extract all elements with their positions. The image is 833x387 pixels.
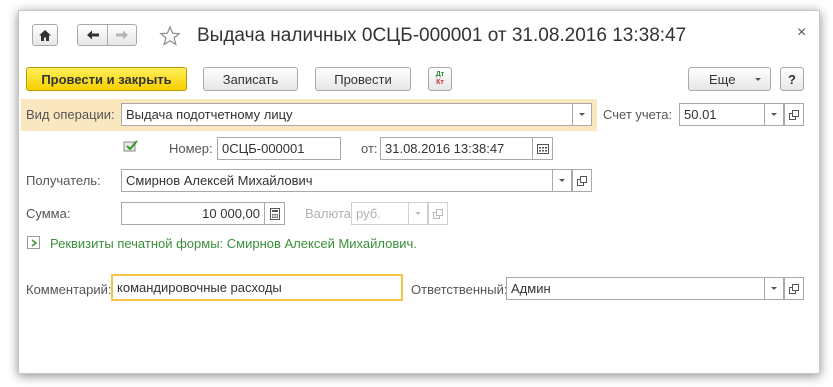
more-label: Еще [709,71,736,87]
more-button[interactable]: Еще [688,67,771,91]
arrow-left-icon [86,30,99,40]
operation-type-dropdown-button[interactable] [573,103,592,126]
print-details-link[interactable]: Реквизиты печатной формы: Смирнов Алексе… [50,236,417,251]
posted-status-icon [123,139,139,153]
account-open-button[interactable] [784,103,804,126]
responsible-label: Ответственный: [411,282,508,297]
window-title: Выдача наличных 0СЦБ-000001 от 31.08.201… [197,25,687,46]
account-input[interactable]: 50.01 [679,103,765,126]
responsible-open-button[interactable] [784,277,804,300]
account-label: Счет учета: [603,107,673,122]
responsible-dropdown-button[interactable] [765,277,784,300]
currency-dropdown-button [409,202,428,225]
number-input[interactable]: 0СЦБ-000001 [217,137,341,160]
comment-input[interactable]: командировочные расходы [111,274,403,301]
post-and-close-button[interactable]: Провести и закрыть [26,67,187,91]
dt-kt-icon: Дт Кт [435,71,445,86]
amount-input[interactable]: 10 000,00 [121,202,265,225]
chevron-down-icon [771,113,777,116]
chevron-down-icon [415,212,421,215]
currency-label: Валюта: [305,206,355,221]
open-window-icon [433,208,443,219]
open-window-icon [789,283,799,294]
date-label: от: [361,141,378,156]
calculator-button[interactable] [265,202,285,225]
account-dropdown-button[interactable] [765,103,784,126]
dt-kt-button[interactable]: Дт Кт [428,67,452,91]
chevron-down-icon [771,287,777,290]
forward-button[interactable] [107,24,137,46]
responsible-input[interactable]: Админ [506,277,765,300]
back-button[interactable] [77,24,107,46]
help-button[interactable]: ? [780,67,804,91]
save-button[interactable]: Записать [203,67,298,91]
chevron-down-icon [755,78,761,81]
number-label: Номер: [169,141,213,156]
arrow-right-icon [116,30,128,40]
home-button[interactable] [32,24,58,46]
favorite-star-icon[interactable] [159,25,181,47]
currency-input: руб. [351,202,409,225]
calculator-icon [269,207,280,220]
home-icon [39,29,51,41]
comment-label: Комментарий: [26,282,112,297]
recipient-input[interactable]: Смирнов Алексей Михайлович [121,169,553,192]
document-window: Выдача наличных 0СЦБ-000001 от 31.08.201… [18,10,820,374]
operation-type-label: Вид операции: [26,107,115,122]
chevron-down-icon [579,113,585,116]
open-window-icon [789,109,799,120]
close-icon[interactable]: × [797,24,806,42]
recipient-dropdown-button[interactable] [553,169,572,192]
open-window-icon [577,175,587,186]
currency-open-button [428,202,448,225]
date-input[interactable]: 31.08.2016 13:38:47 [380,137,533,160]
chevron-right-icon [31,238,37,247]
chevron-down-icon [559,179,565,182]
recipient-open-button[interactable] [572,169,592,192]
operation-type-select[interactable]: Выдача подотчетному лицу [121,103,573,126]
recipient-label: Получатель: [26,173,101,188]
post-button[interactable]: Провести [315,67,411,91]
calendar-button[interactable] [533,137,553,160]
amount-label: Сумма: [26,206,71,221]
print-details-toggle[interactable] [27,236,40,249]
calendar-icon [536,143,549,154]
